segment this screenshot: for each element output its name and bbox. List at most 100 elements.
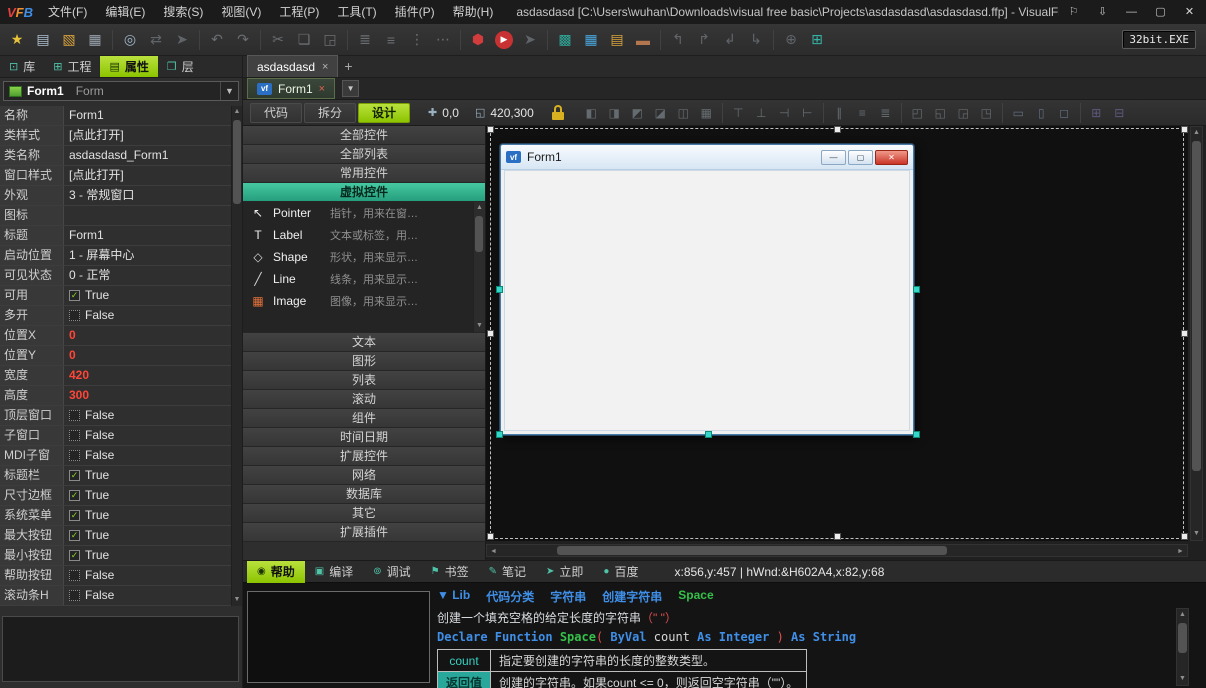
panel-tab-library[interactable]: ⊡库	[0, 56, 44, 77]
toolbox-category-selected[interactable]: 虚拟控件	[243, 183, 485, 202]
tab-form1-designer[interactable]: vf Form1 ×	[247, 78, 335, 99]
group-icon[interactable]: ◲	[953, 103, 974, 123]
design-area-handle[interactable]	[1181, 533, 1188, 540]
property-value[interactable]: ✓True	[64, 526, 232, 545]
checkbox-checked-icon[interactable]: ✓	[69, 550, 80, 561]
scroll-left-icon[interactable]: ◄	[487, 545, 500, 556]
send-back-icon[interactable]: ◱	[930, 103, 951, 123]
dropdown-arrow-icon[interactable]: ▼	[220, 82, 238, 100]
panel-tab-project[interactable]: ⊞工程	[44, 56, 100, 77]
design-view-button[interactable]: 设计	[358, 103, 410, 123]
goto-icon[interactable]: ➤	[170, 28, 194, 52]
indent-icon[interactable]: ≣	[353, 28, 377, 52]
split-view-button[interactable]: 拆分	[304, 103, 356, 123]
center-horizontal-icon[interactable]: ◫	[673, 103, 694, 123]
collapse-button[interactable]: ⇩	[1088, 0, 1117, 24]
search-icon[interactable]: ◎	[118, 28, 142, 52]
open-project-icon[interactable]: ▧	[57, 28, 81, 52]
menu-item[interactable]: 文件(F)	[39, 0, 96, 24]
toolbox-control[interactable]: ▦Image图像，用来显示…	[243, 290, 485, 312]
message-icon[interactable]: ▬	[631, 28, 655, 52]
lock-size-icon[interactable]: ▭	[1008, 103, 1029, 123]
property-value[interactable]: ✓True	[64, 466, 232, 485]
remove-control-icon[interactable]: ⊟	[1109, 103, 1130, 123]
tab-compile[interactable]: ▣编译	[305, 561, 363, 583]
menu-item[interactable]: 搜索(S)	[154, 0, 212, 24]
property-value[interactable]: 0 - 正常	[64, 266, 232, 285]
scrollbar-thumb[interactable]	[557, 546, 947, 555]
property-value[interactable]: 3 - 常规窗口	[64, 186, 232, 205]
toolbox-category[interactable]: 时间日期	[243, 428, 485, 447]
scroll-up-icon[interactable]: ▲	[1177, 609, 1188, 621]
canvas-vscrollbar[interactable]: ▲ ▼	[1190, 126, 1203, 541]
arrange-up-icon[interactable]: ↰	[666, 28, 690, 52]
property-value[interactable]: False	[64, 566, 232, 585]
scroll-down-icon[interactable]: ▼	[474, 320, 485, 332]
align-left-icon[interactable]: ◧	[581, 103, 602, 123]
undo-icon[interactable]: ↶	[205, 28, 229, 52]
scroll-up-icon[interactable]: ▲	[1191, 127, 1202, 139]
arrange-right-icon[interactable]: ↳	[744, 28, 768, 52]
menu-item[interactable]: 编辑(E)	[96, 0, 154, 24]
toolbox-category[interactable]: 其它	[243, 504, 485, 523]
checkbox-unchecked-icon[interactable]	[69, 310, 80, 321]
wrap-icon[interactable]: ⋯	[431, 28, 455, 52]
menu-item[interactable]: 帮助(H)	[444, 0, 503, 24]
redo-icon[interactable]: ↷	[231, 28, 255, 52]
tab-notes[interactable]: ✎笔记	[479, 561, 536, 583]
toolbox-category[interactable]: 数据库	[243, 485, 485, 504]
design-area-handle[interactable]	[1181, 126, 1188, 133]
help-breadcrumb-item[interactable]: Space	[678, 588, 713, 605]
scroll-down-icon[interactable]: ▼	[232, 594, 242, 606]
distribute-icon[interactable]: ≣	[875, 103, 896, 123]
selection-handle[interactable]	[913, 286, 920, 293]
align-bottom-icon[interactable]: ◪	[650, 103, 671, 123]
property-value[interactable]: Form1	[64, 106, 232, 125]
same-height-icon[interactable]: ⊥	[751, 103, 772, 123]
checkbox-checked-icon[interactable]: ✓	[69, 290, 80, 301]
toolbox-category[interactable]: 列表	[243, 371, 485, 390]
ungroup-icon[interactable]: ◳	[976, 103, 997, 123]
property-value[interactable]: False	[64, 446, 232, 465]
checkbox-unchecked-icon[interactable]	[69, 430, 80, 441]
tab-asdasdasd[interactable]: asdasdasd ×	[247, 55, 338, 77]
scrollbar-thumb[interactable]	[475, 216, 483, 252]
tab-immediate[interactable]: ➤立即	[536, 561, 593, 583]
toolbox-control[interactable]: TLabel文本或标签，用…	[243, 224, 485, 246]
pin-window-button[interactable]: ⚐	[1059, 0, 1088, 24]
property-value[interactable]: [点此打开]	[64, 166, 232, 185]
checkbox-unchecked-icon[interactable]	[69, 410, 80, 421]
checkbox-checked-icon[interactable]: ✓	[69, 530, 80, 541]
save-icon[interactable]: ▦	[83, 28, 107, 52]
bring-front-icon[interactable]: ◰	[907, 103, 928, 123]
close-tab-icon[interactable]: ×	[319, 83, 325, 95]
tab-order-icon[interactable]: ▯	[1031, 103, 1052, 123]
toolbox-scrollbar[interactable]: ▲ ▼	[473, 202, 485, 332]
same-width-icon[interactable]: ⊤	[728, 103, 749, 123]
toolbox-category[interactable]: 组件	[243, 409, 485, 428]
property-value[interactable]: 1 - 屏幕中心	[64, 246, 232, 265]
property-value[interactable]: ✓True	[64, 286, 232, 305]
step-run-icon[interactable]: ➤	[518, 28, 542, 52]
checkbox-unchecked-icon[interactable]	[69, 570, 80, 581]
toolbox-category[interactable]: 网络	[243, 466, 485, 485]
property-value[interactable]: 0	[64, 326, 232, 345]
new-tab-button[interactable]: +	[338, 55, 358, 77]
options-icon[interactable]: ⊕	[779, 28, 803, 52]
property-value[interactable]	[64, 206, 232, 225]
space-horizontal-icon[interactable]: ∥	[829, 103, 850, 123]
toolbox-control[interactable]: ╱Line线条，用来显示…	[243, 268, 485, 290]
same-size-icon[interactable]: ⊣	[774, 103, 795, 123]
design-area-handle[interactable]	[834, 126, 841, 133]
tab-baidu[interactable]: ●百度	[593, 561, 648, 583]
copy-icon[interactable]: ❏	[292, 28, 316, 52]
new-file-icon[interactable]: ▤	[31, 28, 55, 52]
design-area-handle[interactable]	[487, 126, 494, 133]
toolbox-category[interactable]: 扩展控件	[243, 447, 485, 466]
toolbox-category[interactable]: 常用控件	[243, 164, 485, 183]
compile-icon[interactable]: ⬢	[466, 28, 490, 52]
scroll-up-icon[interactable]: ▲	[474, 202, 485, 214]
scroll-down-icon[interactable]: ▼	[1191, 528, 1202, 540]
property-value[interactable]: False	[64, 586, 232, 605]
scroll-up-icon[interactable]: ▲	[232, 106, 242, 118]
